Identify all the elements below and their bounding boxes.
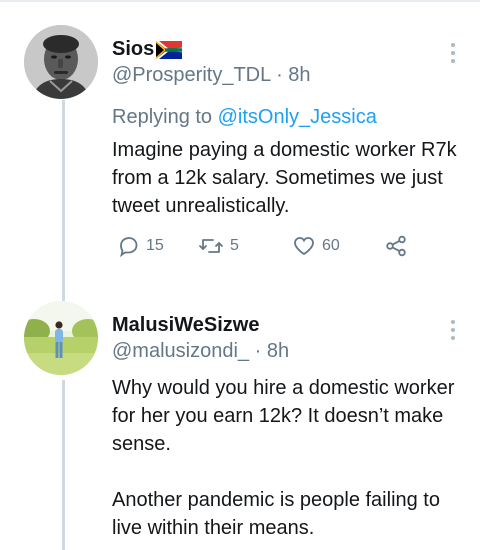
handle-row: @malusizondi_ · 8h: [112, 340, 289, 363]
tweet-actions: 15 5 60: [112, 234, 442, 264]
display-name[interactable]: Sios: [112, 38, 154, 61]
more-vertical-icon[interactable]: [450, 43, 456, 67]
timestamp[interactable]: 8h: [288, 64, 310, 86]
retweet-count: 5: [230, 237, 239, 254]
timestamp[interactable]: 8h: [267, 340, 289, 362]
avatar[interactable]: [24, 301, 98, 375]
reply-button[interactable]: 15: [116, 234, 164, 258]
tweet-malusi[interactable]: MalusiWeSizwe @malusizondi_ · 8h Why wou…: [0, 298, 480, 550]
handle[interactable]: @malusizondi_: [112, 340, 249, 362]
avatar[interactable]: [24, 25, 98, 99]
author-row: Sios: [112, 38, 183, 61]
like-count: 60: [322, 237, 340, 254]
like-button[interactable]: 60: [292, 234, 340, 258]
separator: ·: [254, 340, 262, 362]
reply-icon: [116, 234, 140, 258]
display-name[interactable]: MalusiWeSizwe: [112, 314, 259, 337]
more-vertical-icon[interactable]: [450, 320, 456, 344]
share-button[interactable]: [384, 234, 408, 258]
retweet-button[interactable]: 5: [198, 234, 239, 258]
handle[interactable]: @Prosperity_TDL: [112, 64, 271, 86]
reply-mention-link[interactable]: @itsOnly_Jessica: [218, 106, 377, 128]
reply-prefix: Replying to: [112, 106, 213, 128]
tweet-text: Why would you hire a domestic worker for…: [112, 377, 455, 539]
retweet-icon: [198, 234, 224, 258]
heart-icon: [292, 234, 316, 258]
tweet-text: Imagine paying a domestic worker R7k fro…: [112, 139, 463, 217]
replying-to: Replying to @itsOnly_Jessica: [112, 106, 377, 129]
tweet-prosperity[interactable]: Sios @Prosperity_TDL · 8h Replying to @i…: [0, 0, 480, 300]
south-africa-flag-icon: [156, 40, 183, 59]
separator: ·: [276, 64, 283, 86]
share-icon: [384, 234, 408, 258]
handle-row: @Prosperity_TDL · 8h: [112, 64, 311, 87]
author-row: MalusiWeSizwe: [112, 314, 259, 337]
reply-count: 15: [146, 237, 164, 254]
